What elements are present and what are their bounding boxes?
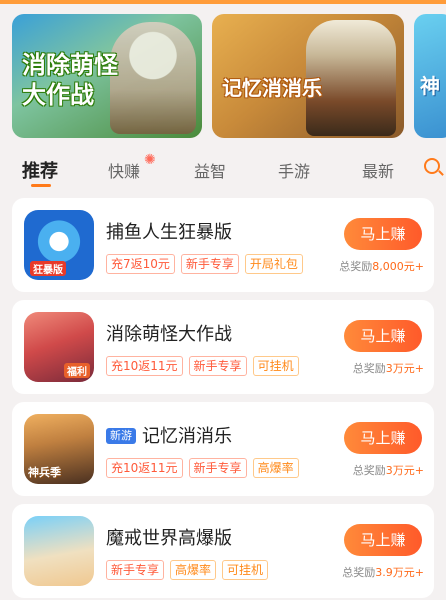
top-accent-bar: [0, 0, 446, 4]
game-icon: 神兵季: [24, 414, 94, 484]
tab-mobile-games[interactable]: 手游: [278, 158, 310, 182]
game-card[interactable]: 神兵季 新游 记忆消消乐 充10返11元 新手专享 高爆率 马上赚 总奖励3万元+: [12, 402, 434, 496]
tab-recommend[interactable]: 推荐: [22, 157, 58, 183]
banner-title: 记忆消消乐: [222, 76, 322, 100]
game-icon: [24, 516, 94, 586]
game-tags: 充10返11元 新手专享 可挂机: [106, 356, 299, 376]
reward-label: 总奖励: [352, 362, 386, 375]
tag: 新手专享: [188, 356, 247, 376]
tag: 可挂机: [252, 356, 299, 376]
earn-now-button[interactable]: 马上赚: [344, 524, 422, 556]
total-reward: 总奖励3万元+: [353, 360, 424, 376]
game-name: 捕鱼人生狂暴版: [106, 222, 232, 243]
game-card[interactable]: 魔戒世界高爆版 新手专享 高爆率 可挂机 马上赚 总奖励3.9万元+: [12, 504, 434, 598]
game-icon-label: 狂暴版: [30, 261, 66, 276]
game-tags: 新手专享 高爆率 可挂机: [106, 560, 269, 580]
reward-label: 总奖励: [339, 260, 373, 273]
total-reward: 总奖励3.9万元+: [342, 564, 424, 580]
game-name-text: 记忆消消乐: [142, 426, 232, 447]
banner-title: 消除萌怪大作战: [22, 51, 118, 109]
tag: 开局礼包: [244, 254, 303, 274]
new-game-badge: 新游: [106, 428, 136, 444]
reward-amount: 3.9万元+: [375, 566, 424, 579]
game-name: 新游 记忆消消乐: [106, 422, 232, 448]
total-reward: 总奖励3万元+: [353, 462, 424, 478]
tab-puzzle[interactable]: 益智: [194, 158, 226, 182]
banner-memory-game[interactable]: 记忆消消乐: [212, 14, 404, 138]
game-tags: 充10返11元 新手专享 高爆率: [106, 458, 299, 478]
banner-partial[interactable]: 神: [414, 14, 446, 138]
tag: 高爆率: [252, 458, 299, 478]
category-tabs: 推荐 快赚 益智 手游 最新: [0, 146, 446, 192]
game-icon-label: 福利: [64, 363, 90, 378]
tag: 新手专享: [180, 254, 239, 274]
banner-carousel[interactable]: 消除萌怪大作战 记忆消消乐 神: [0, 8, 446, 140]
earn-now-button[interactable]: 马上赚: [344, 422, 422, 454]
earn-now-button[interactable]: 马上赚: [344, 320, 422, 352]
tag: 可挂机: [222, 560, 269, 580]
banner-title: 神: [420, 74, 440, 98]
search-icon[interactable]: [424, 158, 440, 174]
reward-amount: 3万元+: [385, 464, 424, 477]
game-icon-label: 神兵季: [28, 466, 61, 479]
game-name: 魔戒世界高爆版: [106, 528, 232, 549]
game-icon: 狂暴版: [24, 210, 94, 280]
sparkle-icon: ✺: [144, 152, 156, 168]
reward-label: 总奖励: [352, 464, 386, 477]
game-tags: 充7返10元 新手专享 开局礼包: [106, 254, 303, 274]
tab-newest[interactable]: 最新: [362, 158, 394, 182]
tag: 充7返10元: [106, 254, 175, 274]
game-card[interactable]: 福利 消除萌怪大作战 充10返11元 新手专享 可挂机 马上赚 总奖励3万元+: [12, 300, 434, 394]
tab-quick-earn[interactable]: 快赚: [108, 158, 140, 182]
game-card[interactable]: 狂暴版 捕鱼人生狂暴版 充7返10元 新手专享 开局礼包 马上赚 总奖励8,00…: [12, 198, 434, 292]
game-name: 消除萌怪大作战: [106, 324, 232, 345]
tag: 充10返11元: [106, 356, 183, 376]
reward-amount: 8,000元+: [372, 260, 424, 273]
tag: 高爆率: [170, 560, 217, 580]
tag: 新手专享: [106, 560, 165, 580]
reward-amount: 3万元+: [385, 362, 424, 375]
reward-label: 总奖励: [342, 566, 376, 579]
total-reward: 总奖励8,000元+: [339, 258, 424, 274]
game-icon: 福利: [24, 312, 94, 382]
tag: 充10返11元: [106, 458, 183, 478]
banner-elimination-game[interactable]: 消除萌怪大作战: [12, 14, 202, 138]
active-tab-indicator: [31, 184, 51, 187]
earn-now-button[interactable]: 马上赚: [344, 218, 422, 250]
tag: 新手专享: [188, 458, 247, 478]
